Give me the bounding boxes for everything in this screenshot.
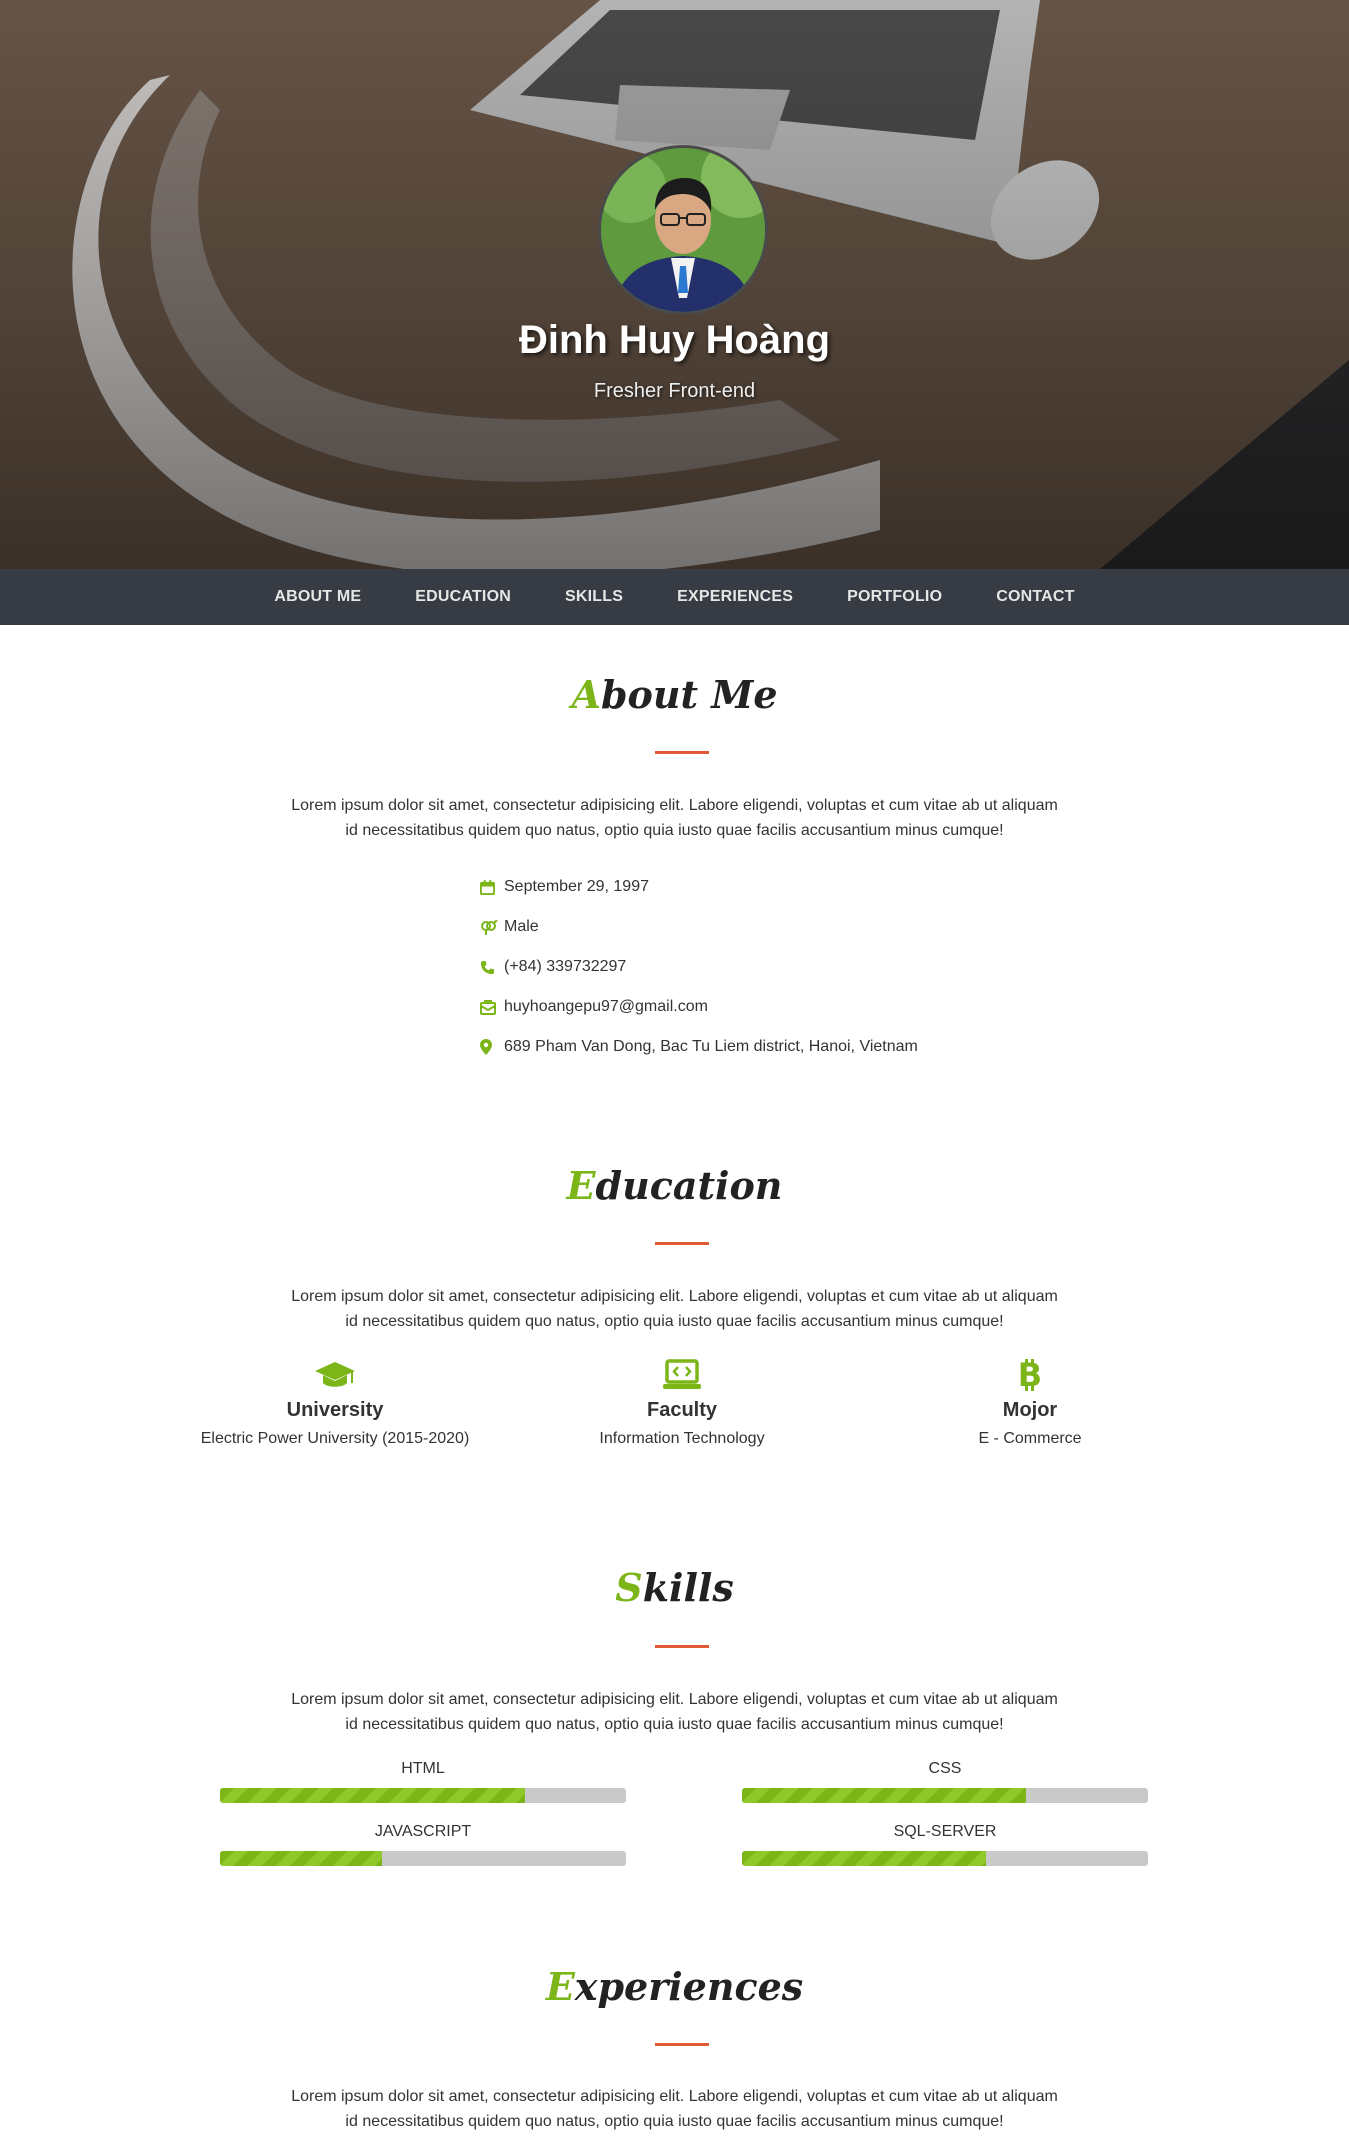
skills-section-title: Skills [0, 1565, 1349, 1610]
experiences-description: Lorem ipsum dolor sit amet, consectetur … [280, 2084, 1069, 2134]
skills-description: Lorem ipsum dolor sit amet, consectetur … [280, 1687, 1069, 1737]
info-gender-text: Male [504, 918, 539, 935]
experiences-text-line-2: id necessitatibus quidem quo natus, opti… [345, 2113, 1004, 2130]
about-title-rule [655, 751, 709, 754]
map-marker-icon [480, 1039, 504, 1055]
skills-text-line-1: Lorem ipsum dolor sit amet, consectetur … [291, 1691, 1058, 1708]
bitcoin-icon: B [855, 1355, 1205, 1395]
profile-photo [601, 148, 765, 312]
skill-progress-bar [742, 1788, 1148, 1803]
title-rest: ducation [595, 1163, 783, 1208]
skill-html: HTML [220, 1760, 626, 1803]
skills-text-line-2: id necessitatibus quidem quo natus, opti… [345, 1716, 1004, 1733]
about-info-list: September 29, 1997 Male (+84) 339732297 … [480, 867, 980, 1067]
skill-sql-server: SQL-SERVER [742, 1823, 1148, 1866]
education-heading: University [286, 1399, 384, 1421]
nav-item-about-me[interactable]: ABOUT ME [247, 588, 388, 606]
title-initial: E [566, 1163, 596, 1208]
skill-javascript: JAVASCRIPT [220, 1823, 626, 1866]
profile-role: Fresher Front-end [593, 380, 756, 402]
main-nav: ABOUT ME EDUCATION SKILLS EXPERIENCES PO… [0, 569, 1349, 625]
skill-label: JAVASCRIPT [374, 1823, 472, 1840]
nav-item-experiences[interactable]: EXPERIENCES [650, 588, 820, 606]
education-description: Lorem ipsum dolor sit amet, consectetur … [280, 1284, 1069, 1334]
education-detail: Electric Power University (2015-2020) [200, 1430, 470, 1447]
info-email-text: huyhoangepu97@gmail.com [504, 998, 708, 1015]
skill-css: CSS [742, 1760, 1148, 1803]
info-birthday: September 29, 1997 [480, 867, 980, 907]
nav-item-skills[interactable]: SKILLS [538, 588, 650, 606]
experiences-text-line-1: Lorem ipsum dolor sit amet, consectetur … [291, 2088, 1058, 2105]
education-detail: Information Technology [599, 1430, 765, 1447]
education-item-major: B Mojor E - Commerce [855, 1355, 1205, 1448]
experiences-section-title: Experiences [0, 1964, 1349, 2009]
education-title-rule [655, 1242, 709, 1245]
skill-label: HTML [401, 1760, 445, 1777]
skill-progress-bar [220, 1851, 626, 1866]
education-item-faculty: Faculty Information Technology [507, 1355, 857, 1448]
title-initial: S [615, 1565, 643, 1610]
education-detail: E - Commerce [978, 1430, 1082, 1447]
info-birthday-text: September 29, 1997 [504, 878, 649, 895]
info-email: huyhoangepu97@gmail.com [480, 987, 980, 1027]
calendar-icon [480, 879, 504, 895]
title-rest: bout Me [600, 672, 778, 717]
education-text-line-1: Lorem ipsum dolor sit amet, consectetur … [291, 1288, 1058, 1305]
hero-header: Đinh Huy Hoàng Fresher Front-end [0, 0, 1349, 569]
svg-text:B: B [1018, 1358, 1042, 1392]
info-address-text: 689 Pham Van Dong, Bac Tu Liem district,… [504, 1038, 918, 1055]
title-rest: kills [642, 1565, 734, 1610]
education-heading: Faculty [646, 1399, 718, 1421]
info-phone: (+84) 339732297 [480, 947, 980, 987]
education-heading: Mojor [1002, 1399, 1058, 1421]
education-item-university: University Electric Power University (20… [160, 1355, 510, 1448]
experiences-title-rule [655, 2043, 709, 2046]
profile-name: Đinh Huy Hoàng [518, 318, 831, 362]
skill-progress-fill [220, 1788, 525, 1803]
nav-item-contact[interactable]: CONTACT [969, 588, 1101, 606]
info-gender: Male [480, 907, 980, 947]
gender-icon [480, 919, 504, 935]
profile-avatar [598, 145, 768, 315]
education-text-line-2: id necessitatibus quidem quo natus, opti… [345, 1313, 1004, 1330]
skill-progress-fill [220, 1851, 383, 1866]
phone-icon [480, 960, 504, 975]
nav-item-education[interactable]: EDUCATION [388, 588, 538, 606]
graduation-cap-icon [160, 1355, 510, 1395]
nav-item-portfolio[interactable]: PORTFOLIO [820, 588, 969, 606]
skills-title-rule [655, 1645, 709, 1648]
about-description: Lorem ipsum dolor sit amet, consectetur … [280, 793, 1069, 843]
skill-progress-fill [742, 1851, 986, 1866]
about-section-title: About Me [0, 672, 1349, 717]
skill-label: CSS [928, 1760, 962, 1777]
skill-progress-bar [220, 1788, 626, 1803]
education-section-title: Education [0, 1163, 1349, 1208]
skill-label: SQL-SERVER [893, 1823, 997, 1840]
title-initial: E [545, 1964, 575, 2009]
skill-progress-fill [742, 1788, 1027, 1803]
laptop-code-icon [507, 1355, 857, 1395]
title-rest: xperiences [574, 1964, 804, 2009]
envelope-icon [480, 999, 504, 1015]
about-text-line-2: id necessitatibus quidem quo natus, opti… [345, 822, 1004, 839]
title-initial: A [571, 672, 601, 717]
info-address: 689 Pham Van Dong, Bac Tu Liem district,… [480, 1027, 980, 1067]
skill-progress-bar [742, 1851, 1148, 1866]
info-phone-text: (+84) 339732297 [504, 958, 627, 975]
about-text-line-1: Lorem ipsum dolor sit amet, consectetur … [291, 797, 1058, 814]
